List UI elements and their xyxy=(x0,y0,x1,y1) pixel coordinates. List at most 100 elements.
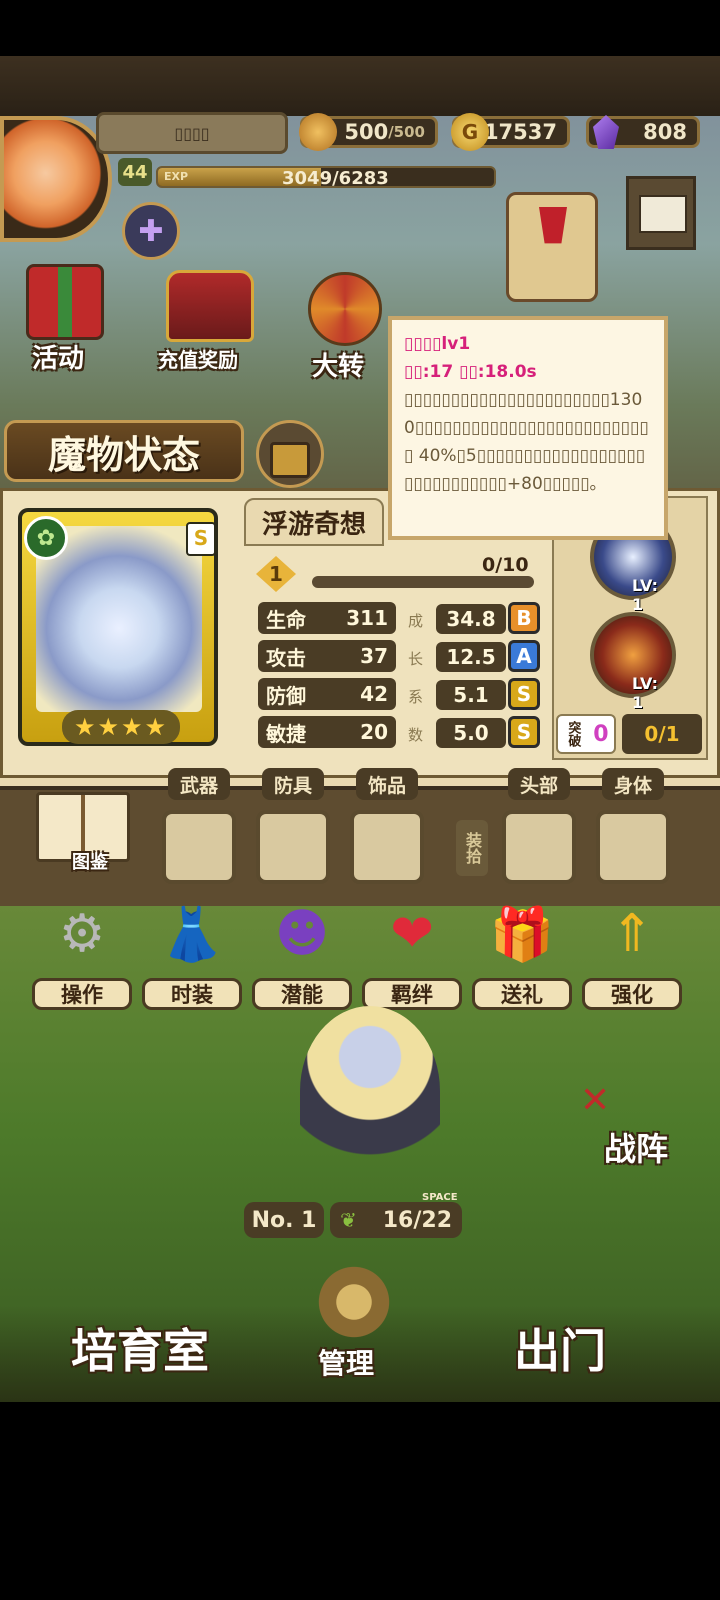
potential-label: 潜能 xyxy=(252,978,352,1010)
gem-plus-icon: ✚ xyxy=(138,213,164,249)
rank-badge: S xyxy=(186,522,216,556)
top-bar xyxy=(0,56,720,116)
level-badge: 44 xyxy=(118,158,152,186)
formation-button[interactable]: ✕ 战阵 xyxy=(580,1056,700,1168)
growth-char: 长 xyxy=(408,650,424,668)
go-out-button[interactable]: 出门 xyxy=(470,1308,650,1388)
gift-button[interactable]: 🎁 送礼 xyxy=(472,896,572,1010)
gold-counter[interactable]: G 17537 xyxy=(451,113,570,151)
skill-2-button[interactable]: LV: 1 xyxy=(590,612,676,712)
codex-button[interactable]: 图鉴 xyxy=(30,786,130,882)
gold-coin-icon: G xyxy=(451,113,489,151)
add-gems-button[interactable]: ✚ xyxy=(122,202,180,260)
recharge-reward-button[interactable]: 充值奖励 xyxy=(150,270,270,380)
stat-label: 生命 xyxy=(266,607,306,632)
stat-value: 37 xyxy=(360,644,388,668)
armor-slot-label: 防具 xyxy=(262,768,324,800)
lock-icon xyxy=(270,442,310,478)
growth-attack: 12.5 xyxy=(436,642,506,672)
fashion-label: 时装 xyxy=(142,978,242,1010)
body-slot[interactable] xyxy=(596,810,670,884)
star-rating: ★★★★ xyxy=(62,710,180,744)
stat-label: 敏捷 xyxy=(266,721,306,746)
breakthrough-count: 0 xyxy=(593,721,609,747)
nursery-button[interactable]: 培育室 xyxy=(40,1308,240,1388)
formation-label: 战阵 xyxy=(604,1130,669,1168)
accessory-slot[interactable] xyxy=(350,810,424,884)
gift-label: 送礼 xyxy=(472,978,572,1010)
space-value: 16/22 xyxy=(382,1207,452,1233)
treasure-chest-icon xyxy=(166,270,254,342)
growth-char: 成 xyxy=(408,612,424,630)
player-name: ▯▯▯▯ xyxy=(174,123,210,143)
stat-hp: 生命 311 xyxy=(258,602,396,634)
mail-button[interactable] xyxy=(626,176,696,250)
recharge-reward-label: 充值奖励 xyxy=(158,348,238,372)
grade-badge-hp: B xyxy=(508,602,540,634)
growth-defense: 5.1 xyxy=(436,680,506,710)
potential-button[interactable]: ☻ 潜能 xyxy=(252,896,352,1010)
stamina-max: /500 xyxy=(388,123,425,141)
mail-icon xyxy=(639,195,687,233)
growth-char: 系 xyxy=(408,688,424,706)
big-wheel-button[interactable]: 大转 xyxy=(302,268,392,382)
tooltip-title: ▯▯▯▯lv1 xyxy=(404,334,471,354)
growth-agility: 5.0 xyxy=(436,718,506,748)
gem-counter[interactable]: 808 xyxy=(586,115,700,149)
monster-number-badge: No. 1 xyxy=(244,1202,324,1238)
stat-label: 防御 xyxy=(266,683,306,708)
fashion-button[interactable]: 👗 时装 xyxy=(142,896,242,1010)
operation-button[interactable]: ⚙ 操作 xyxy=(32,896,132,1010)
stat-attack: 攻击 37 xyxy=(258,640,396,672)
stat-defense: 防御 42 xyxy=(258,678,396,710)
level-progress-bar xyxy=(312,576,534,588)
go-out-label: 出门 xyxy=(514,1324,606,1378)
head-slot[interactable] xyxy=(502,810,576,884)
monster-name: 浮游奇想 xyxy=(261,509,366,540)
level-progress-text: 0/10 xyxy=(482,554,529,576)
skill-1-level: LV: 1 xyxy=(632,576,659,614)
hearts-icon: ❤ xyxy=(390,904,434,964)
monster-portrait-card[interactable]: ✿ S ★★★★ xyxy=(18,508,218,746)
accessory-slot-label: 饰品 xyxy=(356,768,418,800)
monster-sprite[interactable] xyxy=(300,1006,440,1176)
activity-button[interactable]: 活动 xyxy=(12,256,112,376)
armor-slot[interactable] xyxy=(256,810,330,884)
growth-char: 数 xyxy=(408,726,424,744)
stamina-counter[interactable]: 500/500 xyxy=(299,113,438,151)
quest-scroll-icon[interactable] xyxy=(506,192,598,302)
stat-label: 攻击 xyxy=(266,645,306,670)
monster-name-tab: 浮游奇想 xyxy=(244,498,384,546)
keys-icon xyxy=(310,1264,398,1340)
bond-button[interactable]: ❤ 羁绊 xyxy=(362,896,462,1010)
leaf-icon: ❦ xyxy=(340,1208,357,1232)
upgrade-arrows-icon: ⇑ xyxy=(610,904,654,964)
weapon-slot[interactable] xyxy=(162,810,236,884)
gold-value: 17537 xyxy=(483,120,557,144)
bread-icon xyxy=(299,113,337,151)
gem-value: 808 xyxy=(643,120,687,144)
outfit-icon: 👗 xyxy=(159,904,225,965)
game-screen: ▯▯▯▯ 44 EXP 3049/6283 500/500 G 17537 80… xyxy=(0,56,720,1402)
exp-bar: EXP 3049/6283 xyxy=(156,166,496,188)
lock-button[interactable] xyxy=(256,420,324,488)
gear-icon: ⚙ xyxy=(58,904,106,964)
space-label: SPACE xyxy=(422,1192,458,1203)
exp-label: EXP xyxy=(164,170,189,183)
breakthrough-box[interactable]: 突破 0 xyxy=(556,714,616,754)
stat-value: 20 xyxy=(360,720,388,744)
grade-badge-agility: S xyxy=(508,716,540,748)
skill-tooltip: ▯▯▯▯lv1 ▯▯:17 ▯▯:18.0s ▯▯▯▯▯▯▯▯▯▯▯▯▯▯▯▯▯… xyxy=(388,316,668,540)
manage-button[interactable]: 管理 xyxy=(294,1254,412,1384)
player-level: 44 xyxy=(122,161,148,183)
pick-up-button[interactable]: 装拾 xyxy=(456,820,488,876)
gift-icon: 🎁 xyxy=(489,904,555,965)
tooltip-stats: ▯▯:17 ▯▯:18.0s xyxy=(404,362,537,382)
gem-icon xyxy=(593,115,619,149)
grade-badge-attack: A xyxy=(508,640,540,672)
big-wheel-label: 大转 xyxy=(312,352,365,382)
exp-text: 3049/6283 xyxy=(282,168,389,188)
enhance-button[interactable]: ⇑ 强化 xyxy=(582,896,682,1010)
leaf-element-icon: ✿ xyxy=(24,516,68,560)
breakthrough-label: 突破 xyxy=(565,721,581,747)
